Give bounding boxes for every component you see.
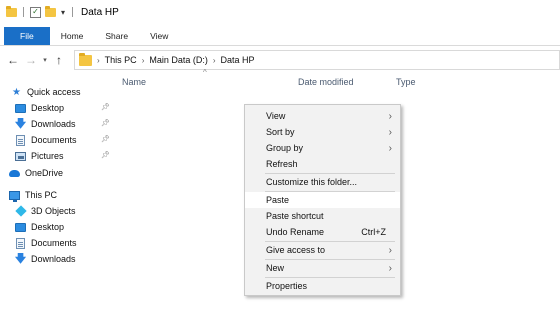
- menu-item-give-access[interactable]: Give access to ›: [245, 242, 400, 258]
- forward-arrow-icon[interactable]: →: [22, 51, 40, 69]
- menu-item-label: Give access to: [266, 245, 326, 255]
- nav-documents-quick[interactable]: Documents: [15, 133, 77, 147]
- folder-icon: [79, 52, 92, 66]
- menu-item-customize-folder[interactable]: Customize this folder...: [245, 174, 400, 190]
- separator: [23, 7, 24, 17]
- pin-icon[interactable]: 📌︎: [101, 135, 110, 143]
- menu-item-label: Refresh: [266, 159, 298, 169]
- document-icon: [16, 237, 25, 249]
- title-bar: ✓ ▾ Data HP: [0, 0, 560, 24]
- customize-toolbar-dropdown-icon[interactable]: ▾: [61, 8, 65, 17]
- navigation-pane: ★ Quick access Desktop 📌︎ 🡇 Downloads 📌︎…: [0, 80, 120, 336]
- computer-icon: [9, 190, 20, 202]
- pin-icon[interactable]: 📌︎: [101, 151, 110, 159]
- column-header-type[interactable]: Type: [396, 77, 416, 87]
- nav-3d-objects[interactable]: 3D Objects: [14, 204, 76, 218]
- nav-label: Documents: [31, 238, 77, 248]
- address-bar[interactable]: › This PC › Main Data (D:) › Data HP: [74, 50, 560, 70]
- breadcrumb-chevron-icon[interactable]: ›: [142, 56, 145, 65]
- desktop-icon: [15, 103, 26, 113]
- separator: [72, 7, 74, 17]
- menu-item-paste[interactable]: Paste: [245, 192, 400, 208]
- breadcrumb-chevron-icon[interactable]: ›: [213, 56, 216, 65]
- keyboard-shortcut: Ctrl+Z: [361, 227, 386, 237]
- column-header-date-modified[interactable]: Date modified: [298, 77, 354, 87]
- menu-item-refresh[interactable]: Refresh: [245, 156, 400, 172]
- menu-item-label: Paste: [266, 195, 290, 205]
- sort-caret-icon: ^: [203, 68, 207, 77]
- menu-item-label: Paste shortcut: [266, 211, 324, 221]
- star-icon: ★: [12, 86, 21, 98]
- nav-label: Pictures: [31, 151, 64, 161]
- submenu-chevron-icon: ›: [388, 262, 392, 274]
- menu-item-label: New: [266, 263, 285, 273]
- menu-item-sort-by[interactable]: Sort by ›: [245, 124, 400, 140]
- submenu-chevron-icon: ›: [388, 110, 392, 122]
- tab-view[interactable]: View: [139, 27, 179, 45]
- folder-icon: [6, 5, 17, 17]
- pin-icon[interactable]: 📌︎: [101, 103, 110, 111]
- up-arrow-icon[interactable]: ↑: [50, 51, 68, 69]
- tab-share[interactable]: Share: [94, 27, 139, 45]
- menu-item-properties[interactable]: Properties: [245, 278, 400, 294]
- window-title: Data HP: [81, 6, 119, 18]
- 3d-objects-icon: [14, 205, 27, 217]
- back-arrow-icon[interactable]: ←: [4, 51, 22, 69]
- desktop-icon: [15, 222, 26, 232]
- submenu-chevron-icon: ›: [388, 142, 392, 154]
- menu-item-label: View: [266, 111, 286, 121]
- menu-item-label: Undo Rename: [266, 227, 325, 237]
- submenu-chevron-icon: ›: [388, 126, 392, 138]
- new-folder-quick-icon[interactable]: [45, 5, 56, 17]
- document-icon: [16, 134, 25, 146]
- menu-item-label: Group by: [266, 143, 304, 153]
- submenu-chevron-icon: ›: [388, 244, 392, 256]
- download-arrow-icon: 🡇: [14, 117, 27, 130]
- menu-item-label: Sort by: [266, 127, 295, 137]
- nav-label: Downloads: [31, 254, 76, 264]
- nav-label: This PC: [25, 190, 58, 200]
- breadcrumb-this-pc[interactable]: This PC: [105, 55, 137, 65]
- context-menu: View › Sort by › Group by › Refresh Cust…: [244, 104, 401, 296]
- pin-icon[interactable]: 📌︎: [101, 119, 110, 127]
- nav-label: OneDrive: [25, 168, 64, 178]
- nav-label: Desktop: [31, 222, 65, 232]
- menu-item-paste-shortcut[interactable]: Paste shortcut: [245, 208, 400, 224]
- column-header-name[interactable]: Name: [122, 77, 146, 87]
- menu-item-group-by[interactable]: Group by ›: [245, 140, 400, 156]
- nav-label: Downloads: [31, 119, 76, 129]
- nav-this-pc[interactable]: This PC: [9, 188, 57, 202]
- nav-label: Documents: [31, 135, 77, 145]
- navigation-bar: ← → ▾ ↑ › This PC › Main Data (D:) › Dat…: [0, 46, 560, 74]
- breadcrumb-chevron-icon[interactable]: ›: [97, 56, 100, 65]
- properties-quick-icon[interactable]: ✓: [30, 6, 41, 18]
- breadcrumb-main-data[interactable]: Main Data (D:): [149, 55, 208, 65]
- menu-item-label: Properties: [266, 281, 308, 291]
- nav-pictures-quick[interactable]: Pictures: [15, 149, 64, 163]
- tab-home[interactable]: Home: [50, 27, 95, 45]
- nav-desktop-quick[interactable]: Desktop: [15, 101, 64, 115]
- nav-quick-access[interactable]: ★ Quick access: [11, 85, 81, 99]
- nav-desktop-pc[interactable]: Desktop: [15, 220, 64, 234]
- tab-file[interactable]: File: [4, 27, 50, 45]
- nav-downloads-quick[interactable]: 🡇 Downloads: [15, 117, 76, 131]
- menu-item-view[interactable]: View ›: [245, 108, 400, 124]
- cloud-icon: [9, 169, 20, 177]
- nav-label: Desktop: [31, 103, 65, 113]
- recent-locations-chevron-icon[interactable]: ▾: [40, 51, 50, 69]
- download-arrow-icon: 🡇: [14, 252, 27, 265]
- nav-documents-pc[interactable]: Documents: [15, 236, 77, 250]
- ribbon-tabs: File Home Share View: [0, 24, 560, 46]
- pictures-icon: [15, 151, 26, 161]
- menu-item-label: Customize this folder...: [266, 177, 358, 187]
- nav-label: 3D Objects: [31, 206, 76, 216]
- breadcrumb-data-hp[interactable]: Data HP: [221, 55, 255, 65]
- menu-item-undo-rename[interactable]: Undo Rename Ctrl+Z: [245, 224, 400, 240]
- menu-item-new[interactable]: New ›: [245, 260, 400, 276]
- nav-downloads-pc[interactable]: 🡇 Downloads: [15, 252, 76, 266]
- nav-onedrive[interactable]: OneDrive: [9, 166, 63, 180]
- nav-label: Quick access: [27, 87, 81, 97]
